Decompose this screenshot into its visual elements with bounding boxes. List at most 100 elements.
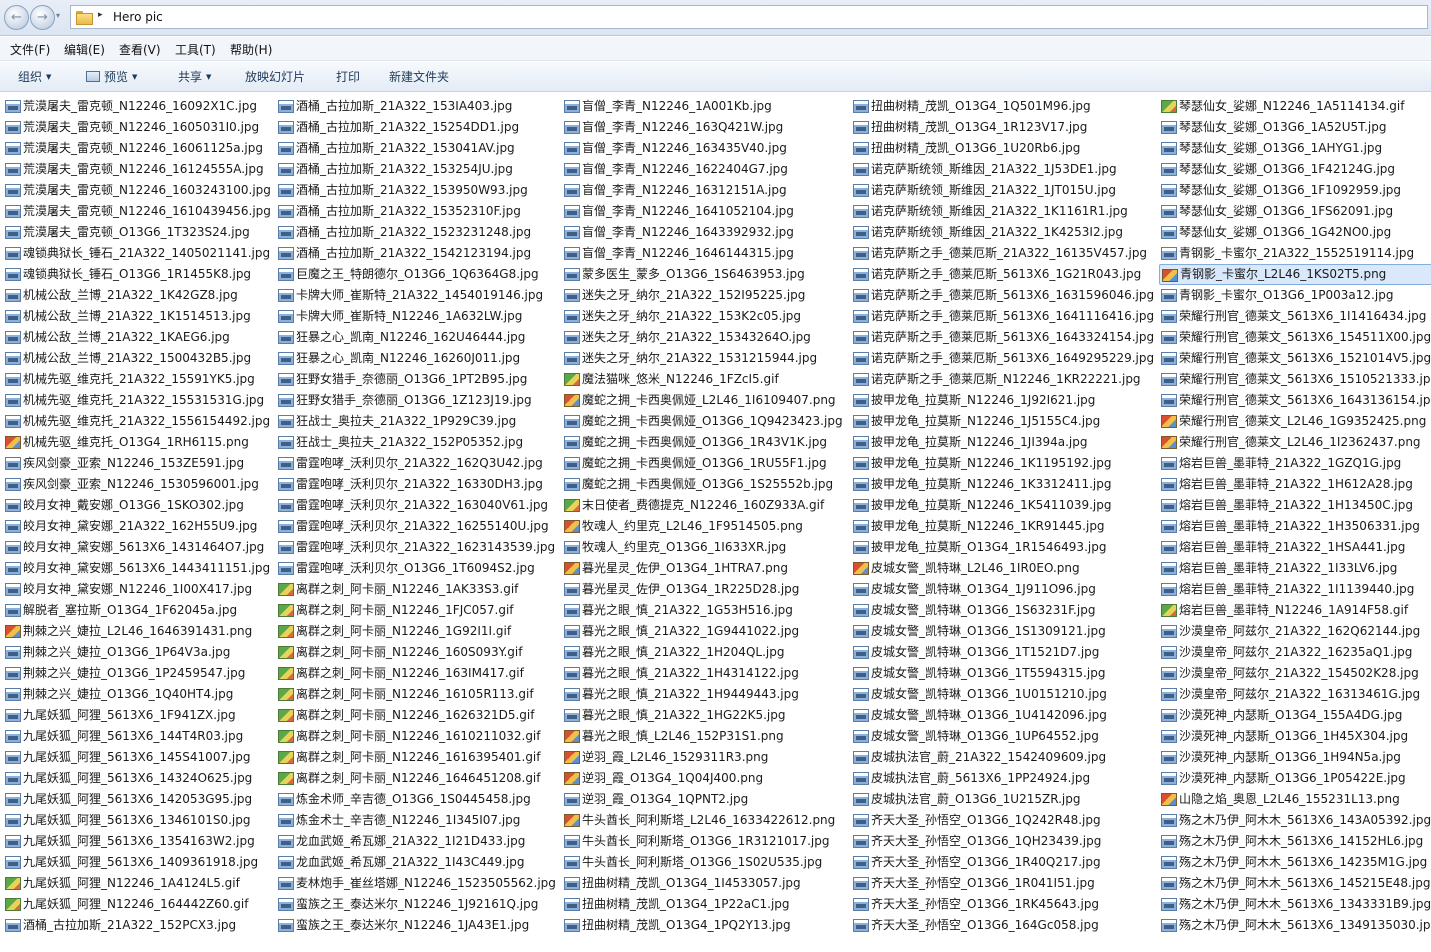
file-item[interactable]: 酒桶_古拉加斯_21A322_15254DD1.jpg [276,117,556,138]
file-item[interactable]: 九尾妖狐_阿狸_5613X6_1346101S0.jpg [3,810,271,831]
menu-file[interactable]: 文件(F) [8,41,52,58]
file-item[interactable]: 牧魂人_约里克_O13G6_1I633XR.jpg [562,537,843,558]
file-item[interactable]: 荒漠屠夫_雷克顿_N12246_1603243100.jpg [3,180,271,201]
file-item[interactable]: 蛮族之王_泰达米尔_N12246_1J92161Q.jpg [276,894,556,915]
file-item[interactable]: 披甲龙龟_拉莫斯_N12246_1K5411039.jpg [851,495,1154,516]
menu-help[interactable]: 帮助(H) [228,41,274,58]
file-item[interactable]: 卡牌大师_崔斯特_N12246_1A632LW.jpg [276,306,556,327]
file-item[interactable]: 魔蛇之拥_卡西奥佩娅_O13G6_1R43V1K.jpg [562,432,843,453]
file-item[interactable]: 殇之木乃伊_阿木木_5613X6_14152HL6.jpg [1159,831,1431,852]
file-item[interactable]: 荣耀行刑官_德莱文_5613X6_154511X00.jpg [1159,327,1431,348]
file-item[interactable]: 酒桶_古拉加斯_21A322_152PCX3.jpg [3,915,271,936]
file-item[interactable]: 熔岩巨兽_墨菲特_21A322_1HSA441.jpg [1159,537,1431,558]
file-item[interactable]: 炼金术士_辛吉德_N12246_1I345I07.jpg [276,810,556,831]
file-item[interactable]: 荒漠屠夫_雷克顿_N12246_16061125a.jpg [3,138,271,159]
file-item[interactable]: 殇之木乃伊_阿木木_5613X6_145215E48.jpg [1159,873,1431,894]
file-item[interactable]: 逆羽_霞_O13G4_1Q04J400.png [562,768,843,789]
file-item[interactable]: 狂野女猎手_奈德丽_O13G6_1Z123J19.jpg [276,390,556,411]
share-button[interactable]: 共享 ▼ [178,68,211,85]
file-item[interactable]: 熔岩巨兽_墨菲特_N12246_1A914F58.gif [1159,600,1431,621]
file-item[interactable]: 狂野女猎手_奈德丽_O13G6_1PT2B95.jpg [276,369,556,390]
file-item[interactable]: 酒桶_古拉加斯_21A322_153IA403.jpg [276,96,556,117]
file-item[interactable]: 暮光之眼_慎_21A322_1H4314122.jpg [562,663,843,684]
file-item[interactable]: 齐天大圣_孙悟空_O13G6_1R40Q217.jpg [851,852,1154,873]
file-item[interactable]: 荒漠屠夫_雷克顿_N12246_1610439456.jpg [3,201,271,222]
file-item[interactable]: 离群之刺_阿卡丽_N12246_16105R113.gif [276,684,556,705]
menu-view[interactable]: 查看(V) [117,41,163,58]
file-item[interactable]: 荆棘之兴_婕拉_L2L46_1646391431.png [3,621,271,642]
file-item[interactable]: 机械先驱_维克托_21A322_15591YK5.jpg [3,369,271,390]
file-item[interactable]: 暮光之眼_慎_21A322_1HG22K5.jpg [562,705,843,726]
file-item[interactable]: 诺克萨斯之手_德莱厄斯_5613X6_1641116416.jpg [851,306,1154,327]
file-item[interactable]: 皎月女神_黛安娜_N12246_1I00X417.jpg [3,579,271,600]
file-item[interactable]: 九尾妖狐_阿狸_N12246_1A4124L5.gif [3,873,271,894]
file-item[interactable]: 诺克萨斯之手_德莱厄斯_5613X6_1631596046.jpg [851,285,1154,306]
file-item[interactable]: 机械先驱_维克托_O13G4_1RH6115.png [3,432,271,453]
file-item[interactable]: 雷霆咆哮_沃利贝尔_O13G6_1T6094S2.jpg [276,558,556,579]
file-item[interactable]: 齐天大圣_孙悟空_O13G6_1RK45643.jpg [851,894,1154,915]
file-item[interactable]: 殇之木乃伊_阿木木_5613X6_143A05392.jpg [1159,810,1431,831]
file-item[interactable]: 解脱者_塞拉斯_O13G4_1F62045a.jpg [3,600,271,621]
file-item[interactable]: 龙血武姬_希瓦娜_21A322_1I21D433.jpg [276,831,556,852]
new-folder-button[interactable]: 新建文件夹 [389,68,449,85]
file-item[interactable]: 酒桶_古拉加斯_21A322_1542123194.jpg [276,243,556,264]
file-item[interactable]: 雷霆咆哮_沃利贝尔_21A322_162Q3U42.jpg [276,453,556,474]
menu-edit[interactable]: 编辑(E) [62,41,107,58]
file-item[interactable]: 卡牌大师_崔斯特_21A322_1454019146.jpg [276,285,556,306]
file-item[interactable]: 蛮族之王_泰达米尔_N12246_1JA43E1.jpg [276,915,556,936]
file-item[interactable]: 九尾妖狐_阿狸_5613X6_1409361918.jpg [3,852,271,873]
file-item[interactable]: 暮光之眼_慎_21A322_1G53H516.jpg [562,600,843,621]
file-item[interactable]: 诺克萨斯统领_斯维因_21A322_1J53DE1.jpg [851,159,1154,180]
history-dropdown-icon[interactable]: ▾ [56,11,66,25]
back-button[interactable]: ← [4,5,29,30]
file-item[interactable]: 沙漠死神_内瑟斯_O13G6_1H45X304.jpg [1159,726,1431,747]
file-item[interactable]: 诺克萨斯之手_德莱厄斯_5613X6_1643324154.jpg [851,327,1154,348]
file-item[interactable]: 齐天大圣_孙悟空_O13G6_1QH23439.jpg [851,831,1154,852]
forward-button[interactable]: → [30,5,55,30]
file-item[interactable]: 皎月女神_戴安娜_O13G6_1SKO302.jpg [3,495,271,516]
file-item[interactable]: 机械公敌_兰博_21A322_1K42GZ8.jpg [3,285,271,306]
file-item[interactable]: 琴瑟仙女_娑娜_O13G6_1G42NO0.jpg [1159,222,1431,243]
file-item[interactable]: 熔岩巨兽_墨菲特_21A322_1I1139440.jpg [1159,579,1431,600]
file-item[interactable]: 披甲龙龟_拉莫斯_N12246_1J5155C4.jpg [851,411,1154,432]
file-item[interactable]: 荒漠屠夫_雷克顿_N12246_16092X1C.jpg [3,96,271,117]
file-item[interactable]: 盲僧_李青_N12246_1641052104.jpg [562,201,843,222]
file-item[interactable]: 荣耀行刑官_德莱文_L2L46_1I2362437.png [1159,432,1431,453]
file-item[interactable]: 扭曲树精_茂凯_O13G6_1U20Rb6.jpg [851,138,1154,159]
slideshow-button[interactable]: 放映幻灯片 [245,68,305,85]
file-item[interactable]: 荆棘之兴_婕拉_O13G6_1Q40HT4.jpg [3,684,271,705]
file-item[interactable]: 荒漠屠夫_雷克顿_O13G6_1T323S24.jpg [3,222,271,243]
file-item[interactable]: 暮光之眼_慎_21A322_1H9449443.jpg [562,684,843,705]
file-item[interactable]: 离群之刺_阿卡丽_N12246_1646451208.gif [276,768,556,789]
file-item[interactable]: 青钢影_卡蜜尔_21A322_1552519114.jpg [1159,243,1431,264]
file-item[interactable]: 齐天大圣_孙悟空_O13G6_1Q242R48.jpg [851,810,1154,831]
file-item[interactable]: 荣耀行刑官_德莱文_5613X6_1521014V5.jpg [1159,348,1431,369]
file-item[interactable]: 龙血武姬_希瓦娜_21A322_1I43C449.jpg [276,852,556,873]
file-item[interactable]: 离群之刺_阿卡丽_N12246_1616395401.gif [276,747,556,768]
file-item[interactable]: 盲僧_李青_N12246_1A001Kb.jpg [562,96,843,117]
file-item[interactable]: 机械公敌_兰博_21A322_1K1514513.jpg [3,306,271,327]
file-item[interactable]: 九尾妖狐_阿狸_5613X6_144T4R03.jpg [3,726,271,747]
file-item[interactable]: 沙漠皇帝_阿兹尔_21A322_16313461G.jpg [1159,684,1431,705]
file-item[interactable]: 琴瑟仙女_娑娜_O13G6_1FS62091.jpg [1159,201,1431,222]
file-item[interactable]: 荒漠屠夫_雷克顿_N12246_16124555A.jpg [3,159,271,180]
file-item[interactable]: 扭曲树精_茂凯_O13G4_1Q501M96.jpg [851,96,1154,117]
file-item[interactable]: 皎月女神_黛安娜_5613X6_1443411151.jpg [3,558,271,579]
file-item[interactable]: 熔岩巨兽_墨菲特_21A322_1GZQ1G.jpg [1159,453,1431,474]
file-item[interactable]: 青钢影_卡蜜尔_O13G6_1P003a12.jpg [1159,285,1431,306]
file-item[interactable]: 酒桶_古拉加斯_21A322_1523231248.jpg [276,222,556,243]
file-item[interactable]: 九尾妖狐_阿狸_5613X6_1354163W2.jpg [3,831,271,852]
file-item[interactable]: 诺克萨斯统领_斯维因_21A322_1JT015U.jpg [851,180,1154,201]
file-item[interactable]: 魔蛇之拥_卡西奥佩娅_O13G6_1S25552b.jpg [562,474,843,495]
file-item[interactable]: 九尾妖狐_阿狸_5613X6_14324O625.jpg [3,768,271,789]
file-item[interactable]: 青钢影_卡蜜尔_L2L46_1KS02T5.png [1159,264,1431,285]
file-item[interactable]: 沙漠死神_内瑟斯_O13G6_1H94N5a.jpg [1159,747,1431,768]
file-item[interactable]: 魂锁典狱长_锤石_21A322_1405021141.jpg [3,243,271,264]
file-item[interactable]: 离群之刺_阿卡丽_N12246_1AK33S3.gif [276,579,556,600]
file-item[interactable]: 诺克萨斯统领_斯维因_21A322_1K1161R1.jpg [851,201,1154,222]
file-item[interactable]: 诺克萨斯之手_德莱厄斯_21A322_16135V457.jpg [851,243,1154,264]
file-item[interactable]: 皮城女警_凯特琳_O13G6_1U0151210.jpg [851,684,1154,705]
file-item[interactable]: 诺克萨斯统领_斯维因_21A322_1K4253I2.jpg [851,222,1154,243]
breadcrumb-folder[interactable]: Hero pic [113,10,163,24]
file-item[interactable]: 皎月女神_黛安娜_5613X6_1431464O7.jpg [3,537,271,558]
